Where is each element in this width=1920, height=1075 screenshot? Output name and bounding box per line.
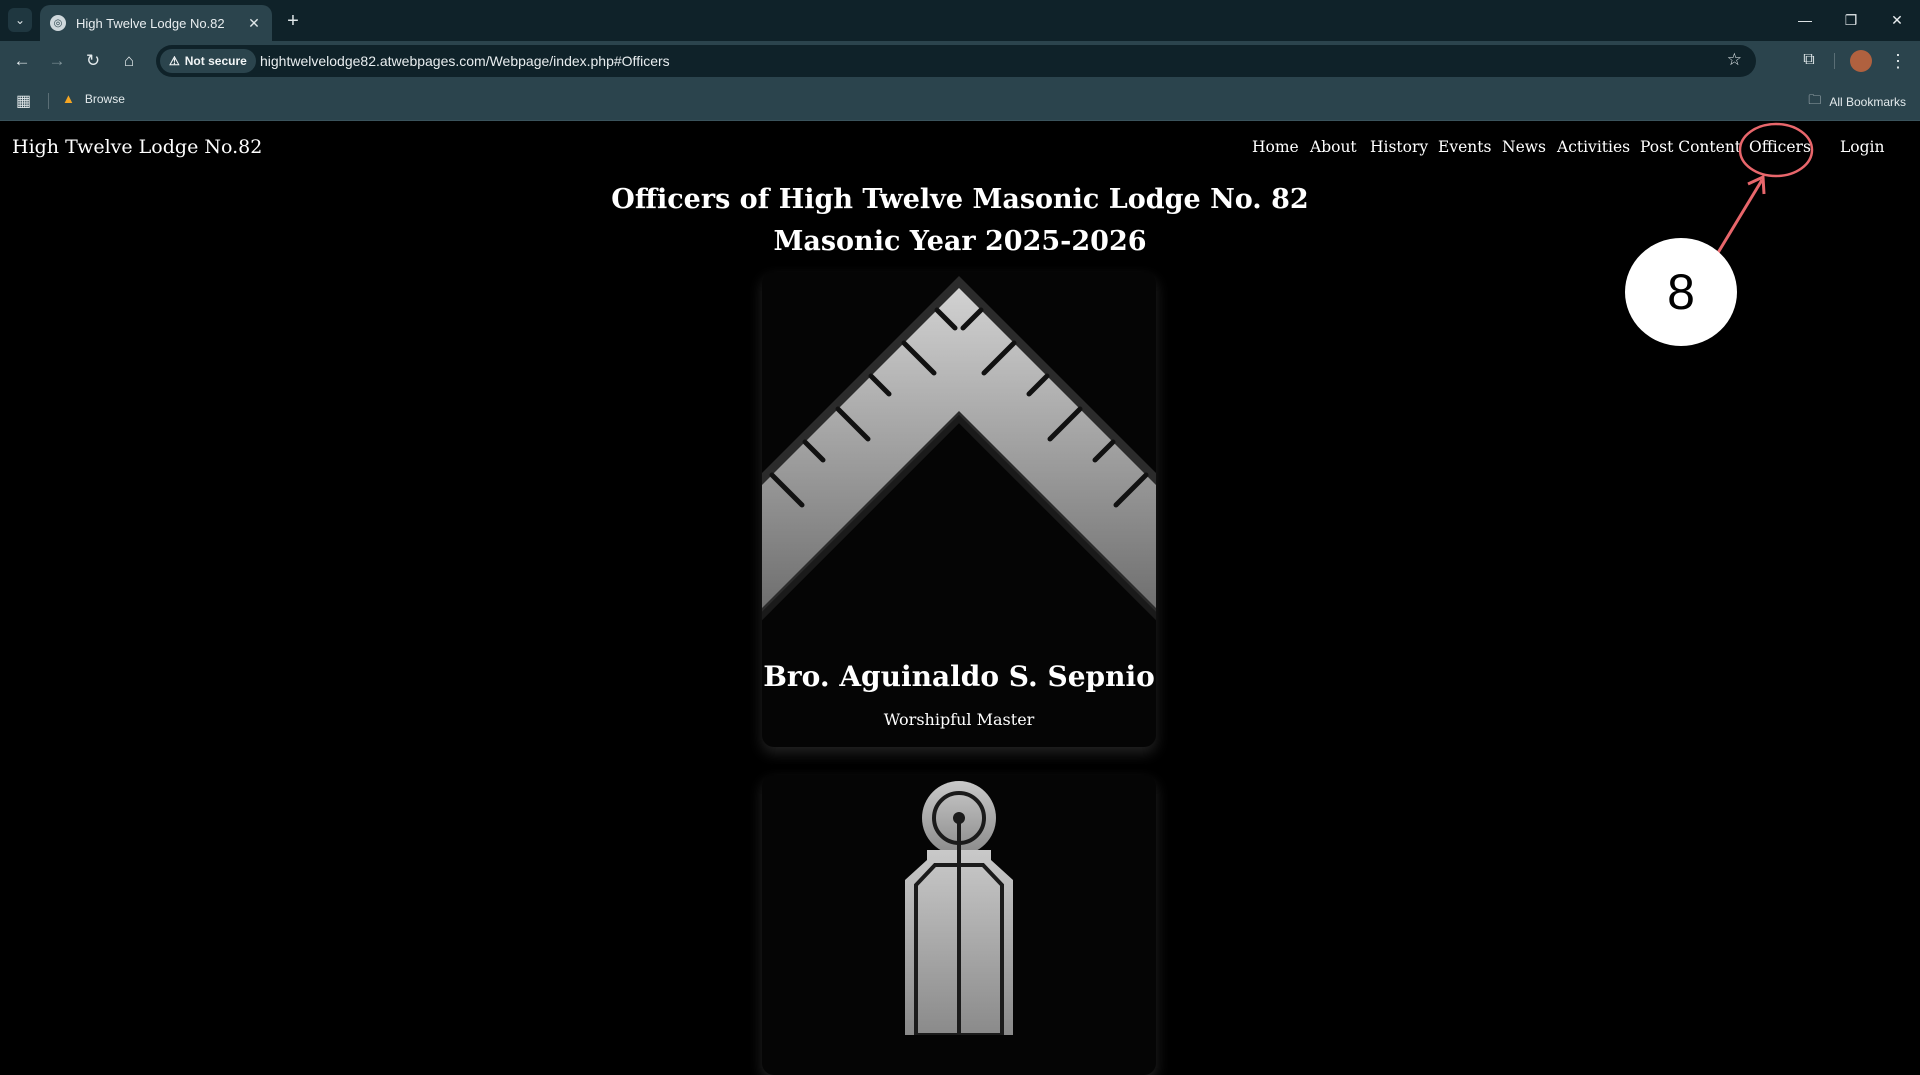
step-number-badge: 8 [1625, 238, 1737, 346]
annotation-arrow [1714, 179, 1764, 257]
highlight-circle [1738, 122, 1814, 178]
annotation-overlay [1714, 122, 1814, 257]
